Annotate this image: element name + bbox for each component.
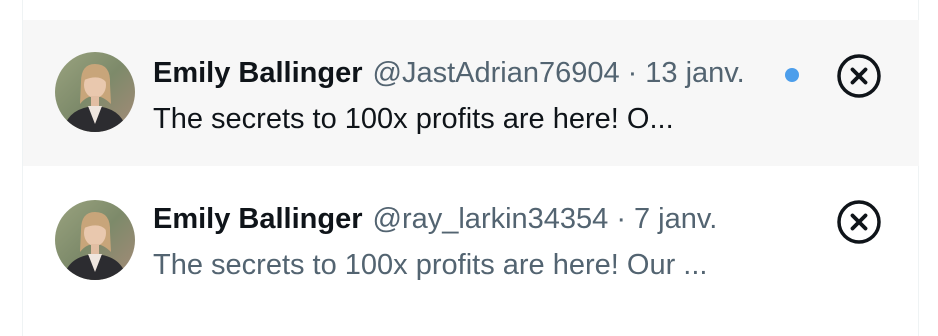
- dismiss-button[interactable]: [835, 52, 883, 100]
- close-circle-icon: [837, 54, 881, 98]
- author-name[interactable]: Emily Ballinger: [153, 50, 363, 96]
- avatar-image: [55, 52, 135, 132]
- notification-header: Emily Ballinger @JastAdrian76904 · 13 ja…: [153, 50, 799, 96]
- list-item[interactable]: Emily Ballinger @JastAdrian76904 · 13 ja…: [23, 20, 919, 166]
- separator: ·: [627, 57, 638, 89]
- avatar[interactable]: [55, 52, 135, 132]
- author-handle[interactable]: @JastAdrian76904: [373, 50, 620, 96]
- message-preview: The secrets to 100x profits are here! O.…: [153, 103, 674, 135]
- author-name[interactable]: Emily Ballinger: [153, 196, 363, 242]
- notification-text: Emily Ballinger @JastAdrian76904 · 13 ja…: [153, 50, 799, 142]
- unread-dot-icon: [785, 68, 799, 82]
- author-handle[interactable]: @ray_larkin34354: [373, 196, 609, 242]
- separator: ·: [616, 203, 626, 235]
- list-item[interactable]: Emily Ballinger @ray_larkin34354 · 7 jan…: [23, 166, 919, 312]
- dismiss-button[interactable]: [835, 198, 883, 246]
- message-preview: The secrets to 100x profits are here! Ou…: [153, 249, 708, 281]
- timestamp: 7 janv.: [633, 203, 718, 235]
- notification-text: Emily Ballinger @ray_larkin34354 · 7 jan…: [153, 196, 799, 288]
- timestamp: 13 janv.: [645, 57, 745, 89]
- notification-header: Emily Ballinger @ray_larkin34354 · 7 jan…: [153, 196, 799, 242]
- close-circle-icon: [837, 200, 881, 244]
- avatar[interactable]: [55, 200, 135, 280]
- notification-list: Emily Ballinger @JastAdrian76904 · 13 ja…: [22, 0, 919, 336]
- avatar-image: [55, 200, 135, 280]
